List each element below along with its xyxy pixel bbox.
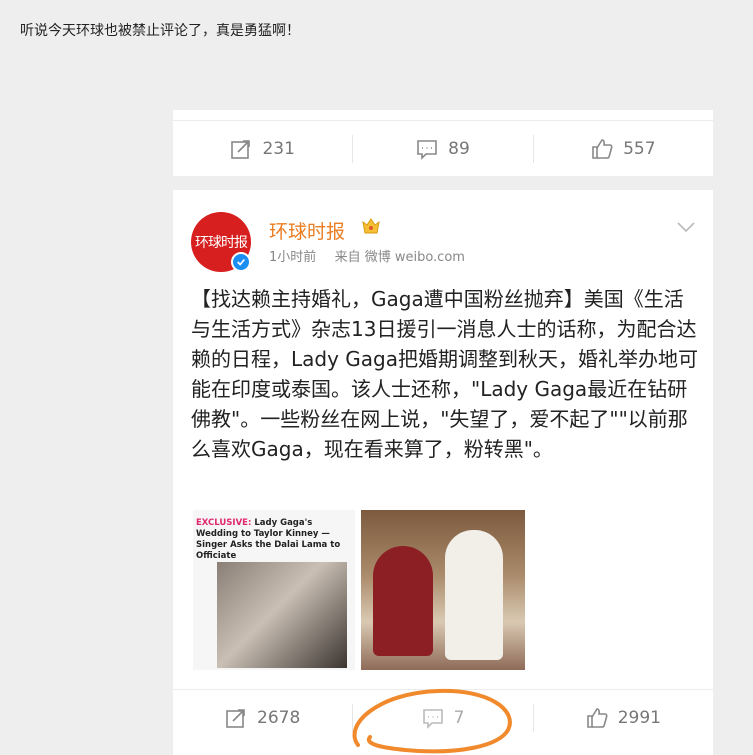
post-text: 【找达赖主持婚礼，Gaga遭中国粉丝抛弃】美国《生活与生活方式》杂志13日援引一… xyxy=(191,287,698,461)
repost-icon xyxy=(226,708,245,728)
like-icon xyxy=(586,707,608,728)
repost-button[interactable]: 231 xyxy=(173,135,352,163)
post-meta: 1小时前 来自 微博 weibo.com xyxy=(269,246,465,265)
author-name[interactable]: 环球时报 xyxy=(269,217,345,244)
prev-post-actions: 231 89 557 xyxy=(173,120,713,176)
post-card: 环球时报 环球时报 1小时前 来自 微博 weibo.com 【找达赖主持婚礼，… xyxy=(173,190,713,755)
repost-button[interactable]: 2678 xyxy=(173,704,352,732)
repost-icon xyxy=(231,139,251,159)
avatar-logo-text: 环球时报 xyxy=(195,235,248,251)
prev-post-card: 231 89 557 xyxy=(173,110,713,176)
verified-badge-icon xyxy=(231,252,251,272)
like-icon xyxy=(592,138,613,159)
like-count: 2991 xyxy=(617,707,661,728)
photo-figure-left xyxy=(373,546,433,656)
chevron-down-icon[interactable] xyxy=(677,220,695,234)
vip-crown-icon xyxy=(362,218,380,234)
photo-figure-right xyxy=(445,530,503,660)
image-exclusive-label: EXCLUSIVE: xyxy=(196,518,252,528)
post-source: 来自 微博 weibo.com xyxy=(334,250,465,265)
post-time[interactable]: 1小时前 xyxy=(269,250,316,265)
post-caption: 听说今天环球也被禁止评论了，真是勇猛啊！ xyxy=(20,23,300,39)
post-image-1[interactable]: EXCLUSIVE: Lady Gaga's Wedding to Taylor… xyxy=(193,510,355,670)
comment-icon xyxy=(417,139,437,160)
hand-drawn-circle-annotation xyxy=(352,688,512,754)
like-button[interactable]: 2991 xyxy=(532,703,713,732)
repost-count: 231 xyxy=(262,138,295,159)
like-button[interactable]: 557 xyxy=(532,134,713,163)
comment-count: 89 xyxy=(448,138,470,159)
post-image-2[interactable] xyxy=(361,510,525,670)
comment-button[interactable]: 89 xyxy=(352,134,532,163)
image-headline: EXCLUSIVE: Lady Gaga's Wedding to Taylor… xyxy=(193,518,355,562)
couple-photo xyxy=(217,562,347,668)
like-count: 557 xyxy=(623,138,656,159)
repost-count: 2678 xyxy=(257,707,301,728)
